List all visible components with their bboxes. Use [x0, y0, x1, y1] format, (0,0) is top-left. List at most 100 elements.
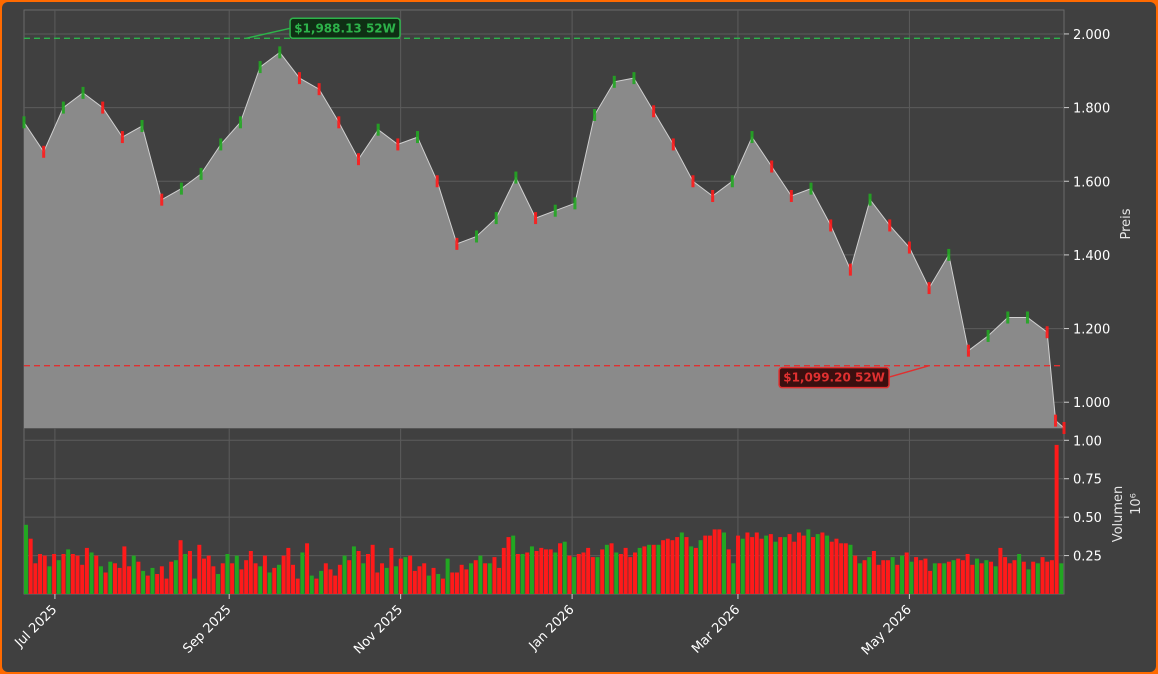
- price-candle: [81, 86, 85, 99]
- volume-bar: [1054, 444, 1059, 594]
- low-52w-label: $1,099.20 52W: [783, 371, 885, 385]
- volume-bar: [394, 566, 399, 594]
- volume-bar: [267, 572, 272, 594]
- price-candle: [376, 123, 380, 136]
- price-candle: [907, 241, 911, 254]
- volume-bar: [731, 563, 736, 594]
- volume-bar: [1031, 561, 1036, 594]
- price-candle: [22, 116, 26, 129]
- volume-bar: [305, 543, 310, 594]
- volume-bar: [857, 563, 862, 594]
- volume-bar: [52, 554, 57, 594]
- volume-bar: [192, 578, 197, 594]
- date-tick-label: May 2026: [859, 602, 915, 658]
- volume-bar: [656, 544, 661, 594]
- volume-bar: [853, 555, 858, 594]
- volume-bar: [136, 561, 141, 594]
- price-candle: [199, 167, 203, 180]
- stock-chart: forexsignale.tradeRHM.DERheinmetall AG $…: [12, 9, 1144, 658]
- volume-bar: [239, 569, 244, 594]
- volume-bar: [885, 560, 890, 594]
- date-tick-label: Jan 2026: [526, 602, 578, 654]
- volume-bar: [173, 560, 178, 594]
- price-candle: [1025, 311, 1029, 324]
- volume-bar: [970, 564, 975, 594]
- volume-bar: [717, 529, 722, 594]
- price-candle: [711, 189, 715, 202]
- volume-bar: [1003, 557, 1008, 594]
- volume-bar: [483, 563, 488, 594]
- volume-bar: [365, 554, 370, 594]
- date-tick-label: Jul 2025: [12, 602, 61, 651]
- volume-bar: [618, 554, 623, 594]
- volume-bar: [440, 578, 445, 594]
- volume-bar: [122, 546, 127, 594]
- volume-bar: [932, 563, 937, 594]
- volume-bar: [216, 574, 221, 594]
- price-candle: [416, 131, 420, 144]
- volume-bar: [787, 534, 792, 594]
- volume-bar: [703, 535, 708, 594]
- volume-bar: [623, 547, 628, 594]
- volume-bar: [670, 540, 675, 594]
- volume-bar: [881, 560, 886, 594]
- volume-bar: [726, 549, 731, 594]
- price-candle: [356, 153, 360, 166]
- volume-bar: [773, 541, 778, 594]
- volume-bar: [84, 547, 89, 594]
- volume-bar: [56, 560, 61, 594]
- volume-bar: [515, 554, 520, 594]
- volume-bar: [464, 569, 469, 594]
- price-candle: [671, 138, 675, 151]
- volume-bar: [979, 563, 984, 594]
- volume-bar: [946, 561, 951, 594]
- volume-bar: [722, 532, 726, 594]
- price-axis-label: Preis: [1119, 208, 1134, 239]
- volume-bar: [890, 557, 895, 594]
- volume-bar: [539, 547, 544, 594]
- volume-tick-label: 1.00: [1073, 434, 1102, 449]
- volume-bar: [281, 555, 286, 594]
- price-tick-label: 1.800: [1073, 102, 1110, 117]
- price-candle: [868, 193, 872, 206]
- price-candle: [888, 219, 892, 232]
- volume-bar: [693, 547, 698, 594]
- volume-bar: [548, 549, 553, 594]
- volume-bar: [628, 557, 633, 594]
- volume-bar: [225, 554, 230, 594]
- volume-bar: [839, 543, 844, 594]
- price-candle: [455, 237, 459, 250]
- volume-axis-label: Volumen: [1111, 486, 1126, 543]
- volume-bar: [1040, 557, 1045, 594]
- volume-bar: [445, 558, 450, 594]
- price-candle: [317, 83, 321, 96]
- volume-bar: [984, 560, 989, 594]
- price-candle: [1006, 311, 1010, 324]
- volume-bar: [684, 537, 689, 594]
- volume-bar: [745, 532, 750, 594]
- price-candle: [829, 219, 833, 232]
- volume-bar: [825, 535, 830, 594]
- volume-bar: [127, 566, 132, 594]
- volume-bar: [351, 546, 356, 594]
- price-tick-label: 1.600: [1073, 175, 1110, 190]
- volume-tick-label: 0.75: [1073, 473, 1102, 488]
- volume-bar: [361, 563, 366, 594]
- volume-bar: [309, 575, 314, 594]
- price-candle: [750, 131, 754, 144]
- price-candle: [553, 204, 557, 217]
- volume-bar: [244, 560, 249, 594]
- volume-bar: [572, 557, 577, 594]
- price-candle: [475, 230, 479, 243]
- volume-bar: [38, 554, 43, 594]
- volume-bar: [768, 534, 773, 594]
- volume-bar: [1035, 563, 1040, 594]
- volume-bar: [183, 554, 188, 594]
- volume-bar: [740, 538, 745, 594]
- volume-bar: [1021, 561, 1026, 594]
- volume-bar: [909, 561, 914, 594]
- volume-bar: [258, 566, 263, 594]
- price-candle: [573, 197, 577, 210]
- price-candle: [120, 131, 124, 144]
- price-candle: [278, 46, 282, 59]
